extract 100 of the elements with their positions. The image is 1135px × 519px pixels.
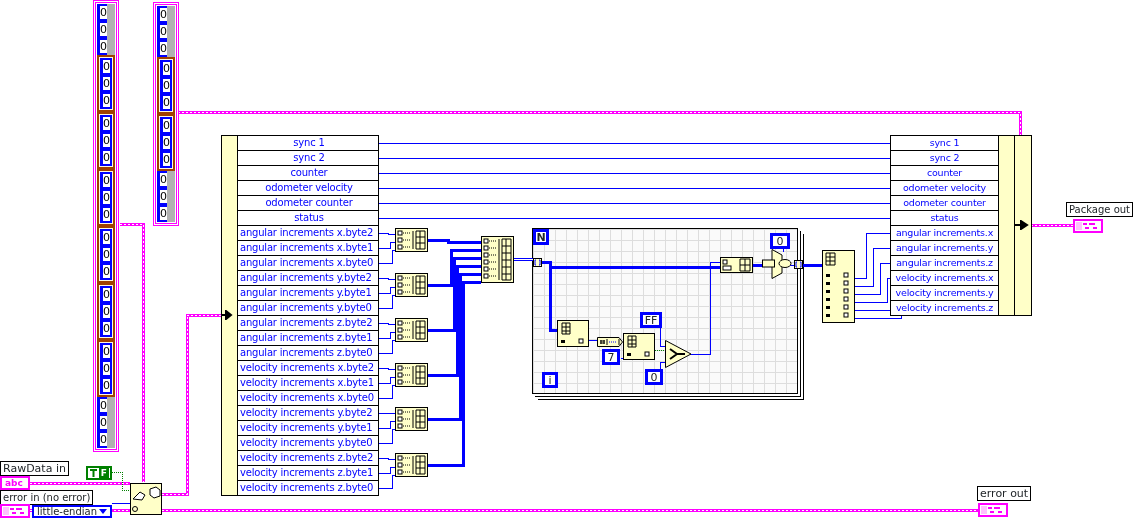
count-terminal: N <box>533 229 549 245</box>
field-label: velocity increments y.byte0 <box>238 436 378 451</box>
cluster-element[interactable]: 0 0 0 <box>157 57 175 114</box>
field-label: angular increments y.byte2 <box>238 271 378 286</box>
cluster-element[interactable]: 0 0 0 <box>97 55 115 112</box>
field-label: counter <box>238 166 378 181</box>
dropdown-caret-icon <box>99 509 107 514</box>
cluster-element[interactable]: 0 0 0 <box>157 114 175 171</box>
array-element[interactable]: 0 <box>157 40 175 57</box>
build-array-icon <box>720 257 753 273</box>
index-array-icon <box>623 333 655 360</box>
wire <box>620 357 624 359</box>
number-value: 0 <box>160 190 167 203</box>
array-element[interactable]: 0 <box>157 171 175 188</box>
field-label: angular increments x.byte1 <box>238 241 378 256</box>
array-element[interactable]: 0 <box>97 397 115 414</box>
wire <box>377 232 396 235</box>
field-label: status <box>238 211 378 226</box>
field-label: velocity increments x.byte0 <box>238 391 378 406</box>
conversion-icon <box>597 337 623 347</box>
wire <box>377 277 396 280</box>
boolean-value: F <box>98 468 109 478</box>
control-label: error in (no error) <box>0 490 94 505</box>
field-label: sync 2 <box>238 151 378 166</box>
build-array-icon <box>395 363 428 387</box>
max-min-icon <box>762 249 792 279</box>
wire <box>654 349 666 351</box>
field-label: velocity increments z.byte2 <box>238 451 378 466</box>
array-element[interactable]: 0 <box>97 414 115 431</box>
number-value: 0 <box>160 25 167 38</box>
index-array-icon <box>822 250 855 323</box>
wire <box>782 247 784 253</box>
cluster-element[interactable]: 0 0 0 <box>97 340 115 397</box>
wire <box>377 412 396 414</box>
cluster-element[interactable]: 0 0 0 <box>97 112 115 169</box>
boolean-icon <box>89 468 98 478</box>
select-icon <box>665 340 692 368</box>
field-label: velocity increments x.byte1 <box>238 376 378 391</box>
build-array-icon <box>395 453 428 477</box>
tunnel-icon <box>533 258 542 267</box>
field-label: angular increments z.byte2 <box>238 316 378 331</box>
array-element[interactable]: 0 <box>97 4 115 21</box>
numeric-constant[interactable]: FF <box>640 312 662 328</box>
wire <box>789 264 795 266</box>
number-value: 0 <box>160 42 167 55</box>
arrow-icon <box>1015 220 1029 230</box>
field-label: angular increments y.byte1 <box>238 286 378 301</box>
field-label: angular increments x.byte2 <box>238 226 378 241</box>
array-element[interactable]: 0 <box>157 205 175 222</box>
number-value: 0 <box>100 23 107 36</box>
field-label: angular increments z.byte1 <box>238 331 378 346</box>
field-label: angular increments y.byte0 <box>238 301 378 316</box>
number-value: 0 <box>160 8 167 21</box>
terminal-glyph: abc <box>4 478 23 488</box>
field-label: velocity increments z.byte1 <box>238 466 378 481</box>
wire <box>512 257 534 261</box>
number-value: 0 <box>160 207 167 220</box>
number-value: 0 <box>100 399 107 412</box>
iteration-terminal: i <box>542 372 558 388</box>
number-value: 0 <box>100 416 107 429</box>
boolean-constant[interactable]: F <box>86 466 112 480</box>
build-array-icon <box>395 228 428 252</box>
index-array-icon <box>557 320 589 347</box>
build-array-icon <box>481 236 514 283</box>
numeric-constant[interactable]: 0 <box>770 233 790 249</box>
build-array-icon <box>395 407 428 431</box>
array-element[interactable]: 0 <box>157 6 175 23</box>
indicator-label: error out <box>977 486 1032 501</box>
unflatten-icon <box>130 483 162 515</box>
build-array-icon <box>395 273 428 297</box>
field-label: odometer counter <box>238 196 378 211</box>
number-value: 0 <box>160 173 167 186</box>
numeric-constant[interactable]: 0 <box>645 369 663 385</box>
array-element[interactable]: 0 <box>97 431 115 448</box>
number-value: 0 <box>100 433 107 446</box>
wire <box>377 322 396 325</box>
wire <box>377 457 396 460</box>
wire <box>377 367 396 370</box>
numeric-constant[interactable]: 7 <box>602 349 620 365</box>
field-label: sync 1 <box>238 136 378 151</box>
wire <box>588 339 599 341</box>
wire <box>854 262 891 295</box>
field-label: velocity increments y.byte2 <box>238 406 378 421</box>
number-value: 0 <box>100 6 107 19</box>
array-element[interactable]: 0 <box>97 38 115 55</box>
cluster-element[interactable]: 0 0 0 <box>97 169 115 226</box>
cluster-terminal-icon <box>1073 219 1103 233</box>
array-constant[interactable]: 0 0 0 0 0 0 0 0 0 0 0 0 0 0 0 0 0 0 0 0 0 0 0 0 <box>93 0 119 452</box>
array-element[interactable]: 0 <box>157 23 175 40</box>
array-element[interactable]: 0 <box>97 21 115 38</box>
field-label: angular increments x.byte0 <box>238 256 378 271</box>
endian-dropdown[interactable]: little-endian <box>32 505 112 518</box>
build-array-icon <box>395 318 428 342</box>
array-constant[interactable]: 0 0 0 0 0 0 0 0 0 0 0 0 <box>153 2 179 226</box>
array-element[interactable]: 0 <box>157 188 175 205</box>
field-label: angular increments z.byte0 <box>238 346 378 361</box>
cluster-element[interactable]: 0 0 0 <box>97 283 115 340</box>
field-label: velocity increments y.byte1 <box>238 421 378 436</box>
cluster-element[interactable]: 0 0 0 <box>97 226 115 283</box>
number-value: 0 <box>100 40 107 53</box>
